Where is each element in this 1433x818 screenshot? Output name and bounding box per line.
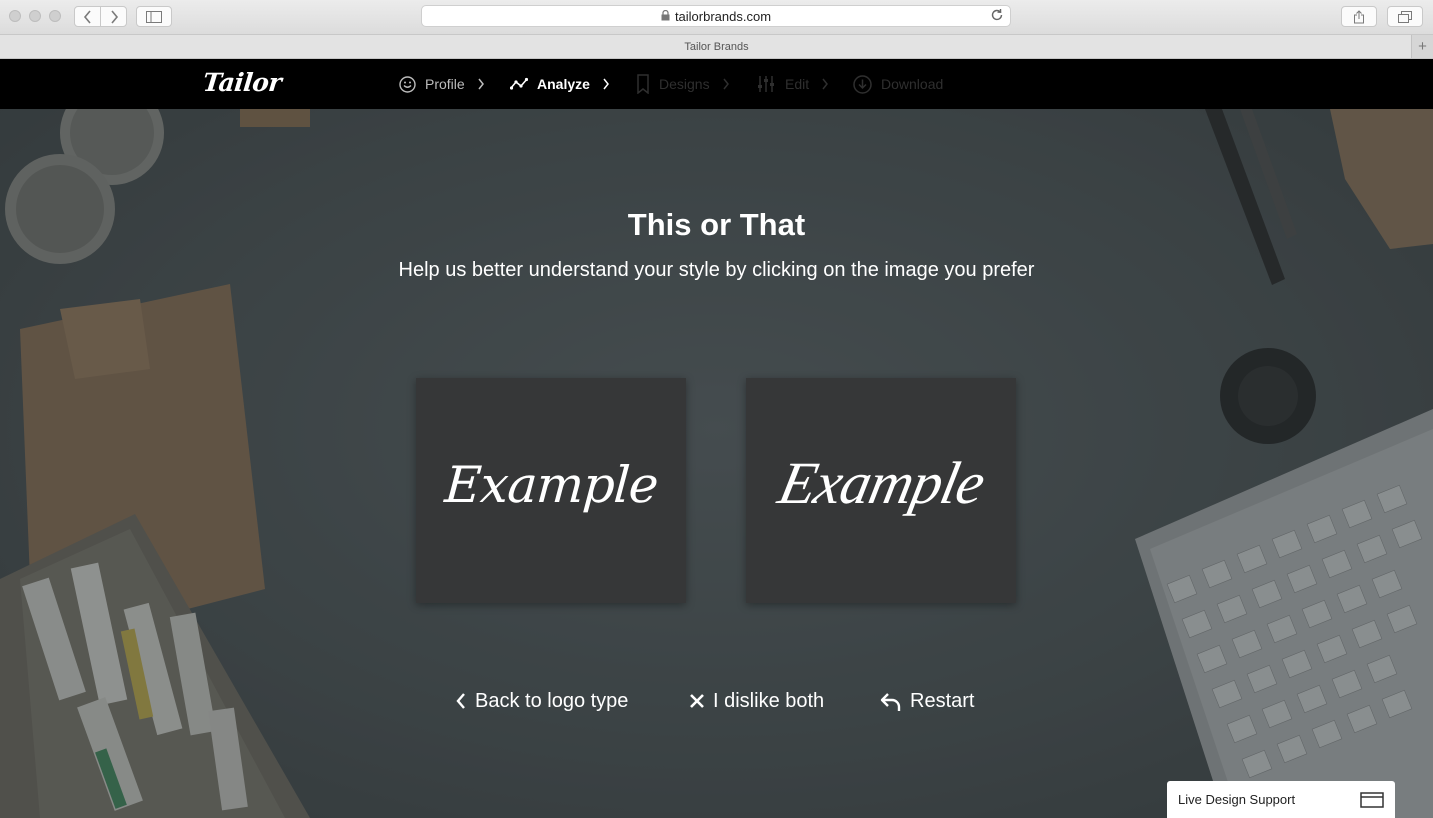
chevron-right-icon bbox=[477, 78, 485, 90]
step-label: Download bbox=[881, 76, 944, 92]
close-window-button[interactable] bbox=[9, 10, 21, 22]
step-label: Edit bbox=[785, 76, 810, 92]
download-icon bbox=[853, 74, 872, 94]
app-header: Tailor Profile Analyze Designs Edit Down… bbox=[0, 59, 1433, 109]
restart-button[interactable]: Restart bbox=[880, 686, 974, 716]
back-button[interactable] bbox=[74, 6, 101, 27]
chevron-right-icon bbox=[602, 78, 610, 90]
support-label: Live Design Support bbox=[1178, 792, 1296, 807]
dislike-label: I dislike both bbox=[713, 689, 825, 712]
tab-bar: Tailor Brands + bbox=[0, 35, 1433, 59]
dislike-both-button[interactable]: I dislike both bbox=[689, 686, 824, 716]
live-design-support-widget[interactable]: Live Design Support bbox=[1167, 781, 1395, 818]
restart-label: Restart bbox=[910, 689, 975, 712]
sliders-icon bbox=[756, 75, 776, 93]
chevron-left-icon bbox=[83, 9, 91, 24]
lock-icon bbox=[661, 9, 670, 24]
font-sample-calligraphy: Example bbox=[772, 450, 990, 516]
bookmark-icon bbox=[636, 74, 650, 94]
style-option-right[interactable]: Example bbox=[746, 378, 1016, 603]
page-title: This or That bbox=[627, 207, 806, 242]
chat-window-icon bbox=[1360, 792, 1384, 811]
zoom-window-button[interactable] bbox=[49, 10, 61, 22]
show-tabs-button[interactable] bbox=[1387, 6, 1423, 27]
chevron-left-icon bbox=[455, 692, 467, 710]
font-sample-script: Example bbox=[442, 455, 660, 514]
address-bar[interactable]: tailorbrands.com bbox=[421, 5, 1011, 27]
url-text: tailorbrands.com bbox=[674, 8, 772, 24]
sidebar-toggle-button[interactable] bbox=[136, 6, 172, 27]
chevron-right-icon bbox=[110, 9, 118, 24]
close-icon bbox=[689, 693, 705, 709]
back-label: Back to logo type bbox=[475, 689, 629, 712]
forward-button[interactable] bbox=[100, 6, 127, 27]
step-analyze[interactable]: Analyze bbox=[510, 59, 610, 109]
page-subtitle: Help us better understand your style by … bbox=[398, 259, 1035, 281]
sidebar-icon bbox=[146, 10, 162, 23]
back-to-logo-type-button[interactable]: Back to logo type bbox=[455, 686, 628, 716]
step-download: Download bbox=[853, 59, 943, 109]
step-label: Profile bbox=[425, 76, 465, 92]
chevron-right-icon bbox=[722, 78, 730, 90]
analyze-graph-icon bbox=[510, 77, 528, 91]
undo-arrow-icon bbox=[880, 690, 902, 712]
step-edit: Edit bbox=[756, 59, 829, 109]
tab-title[interactable]: Tailor Brands bbox=[684, 41, 748, 53]
smiley-icon bbox=[399, 75, 416, 93]
step-label: Designs bbox=[659, 76, 710, 92]
reload-icon[interactable] bbox=[990, 8, 1004, 25]
new-tab-button[interactable]: + bbox=[1411, 35, 1433, 58]
style-option-left[interactable]: Example bbox=[416, 378, 686, 603]
tabs-icon bbox=[1398, 10, 1412, 23]
step-profile[interactable]: Profile bbox=[399, 59, 485, 109]
tailor-logo[interactable]: Tailor bbox=[201, 68, 282, 97]
plus-icon: + bbox=[1418, 38, 1427, 55]
minimize-window-button[interactable] bbox=[29, 10, 41, 22]
step-designs: Designs bbox=[636, 59, 730, 109]
share-icon bbox=[1354, 9, 1364, 23]
step-label: Analyze bbox=[537, 76, 590, 92]
chevron-right-icon bbox=[821, 78, 829, 90]
browser-toolbar: tailorbrands.com bbox=[0, 0, 1433, 35]
share-button[interactable] bbox=[1341, 6, 1377, 27]
